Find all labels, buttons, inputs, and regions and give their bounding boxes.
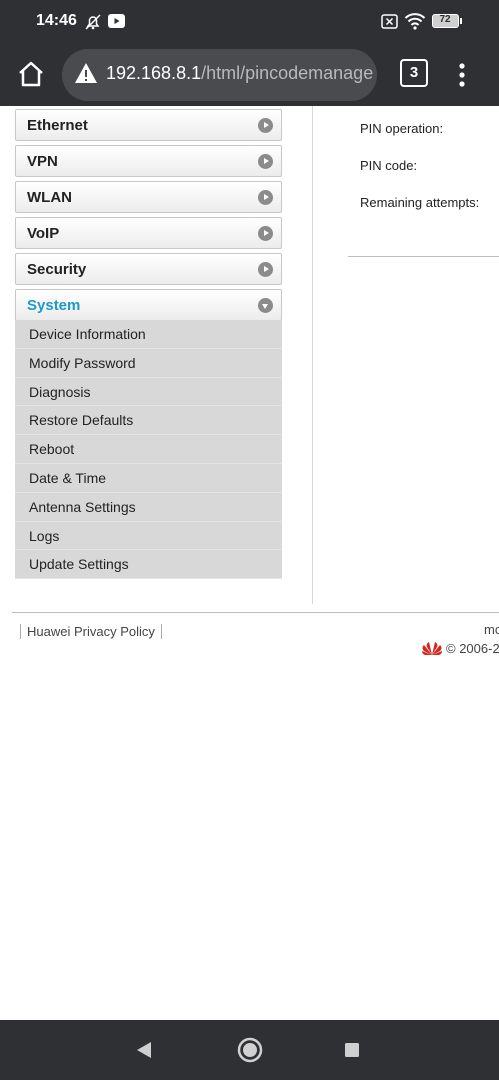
remaining-attempts-label: Remaining attempts: xyxy=(360,195,480,210)
chevron-down-icon xyxy=(258,298,273,313)
battery-icon: 72 xyxy=(432,14,459,28)
sidebar-item-system[interactable]: System xyxy=(15,289,282,321)
submenu-item-modify-password[interactable]: Modify Password xyxy=(15,349,282,378)
chevron-right-icon xyxy=(258,262,273,277)
url-path: /html/pincodemanage xyxy=(201,63,374,83)
submenu-item-device-information[interactable]: Device Information xyxy=(15,320,282,349)
url-host: 192.168.8.1 xyxy=(106,63,202,83)
submenu-item-label: Diagnosis xyxy=(29,383,91,400)
bell-off-icon xyxy=(85,14,101,30)
submenu-item-reboot[interactable]: Reboot xyxy=(15,435,282,464)
submenu-item-antenna-settings[interactable]: Antenna Settings xyxy=(15,493,282,522)
form-divider xyxy=(348,256,499,257)
submenu-item-label: Reboot xyxy=(29,441,75,458)
submenu-item-restore-defaults[interactable]: Restore Defaults xyxy=(15,406,282,436)
youtube-icon xyxy=(108,14,125,28)
sidebar-item-security[interactable]: Security xyxy=(15,253,282,285)
chevron-right-icon xyxy=(258,154,273,169)
sidebar-item-label: Ethernet xyxy=(27,117,88,134)
submenu-item-label: Antenna Settings xyxy=(29,498,136,515)
status-time: 14:46 xyxy=(36,12,77,29)
warning-icon[interactable] xyxy=(74,62,98,84)
submenu-item-diagnosis[interactable]: Diagnosis xyxy=(15,378,282,407)
more-options-icon[interactable] xyxy=(450,58,474,92)
submenu-item-update-settings[interactable]: Update Settings xyxy=(15,550,282,580)
recents-icon[interactable] xyxy=(344,1042,360,1058)
sidebar-item-label: WLAN xyxy=(27,189,72,206)
submenu-item-label: Modify Password xyxy=(29,354,136,371)
chevron-right-icon xyxy=(258,226,273,241)
sidebar-item-ethernet[interactable]: Ethernet xyxy=(15,109,282,141)
huawei-logo-icon xyxy=(422,642,442,655)
submenu-item-date-time[interactable]: Date & Time xyxy=(15,464,282,493)
footer-divider xyxy=(12,612,499,613)
submenu-item-label: Restore Defaults xyxy=(29,412,134,429)
tab-switcher-button[interactable]: 3 xyxy=(400,59,428,87)
submenu-item-label: Device Information xyxy=(29,326,146,342)
status-bar: 14:46 72 xyxy=(0,0,499,44)
home-circle-icon[interactable] xyxy=(237,1037,263,1063)
sidebar-item-vpn[interactable]: VPN xyxy=(15,145,282,177)
back-icon[interactable] xyxy=(135,1040,153,1060)
page-content: Ethernet VPN WLAN VoIP Security System D… xyxy=(0,106,499,1020)
sidebar-item-label: VoIP xyxy=(27,225,60,242)
submenu-item-label: Date & Time xyxy=(29,469,107,486)
url-bar[interactable]: 192.168.8.1/html/pincodemanage xyxy=(62,49,377,101)
battery-level: 72 xyxy=(439,14,451,25)
url-text: 192.168.8.1/html/pincodemanage xyxy=(106,63,373,84)
navigation-bar xyxy=(0,1020,499,1080)
home-icon[interactable] xyxy=(14,58,48,92)
submenu-item-label: Update Settings xyxy=(29,556,129,573)
footer-partial-text: mo xyxy=(484,622,499,637)
privacy-policy-link[interactable]: Huawei Privacy Policy xyxy=(20,624,162,639)
copyright-text: © 2006-2 xyxy=(446,641,499,656)
sidebar-item-label: Security xyxy=(27,261,87,278)
submenu-item-logs[interactable]: Logs xyxy=(15,522,282,551)
sim-off-icon xyxy=(381,14,398,29)
wifi-icon xyxy=(404,13,426,30)
sidebar-item-voip[interactable]: VoIP xyxy=(15,217,282,249)
content-divider xyxy=(312,106,313,604)
sidebar-item-label: System xyxy=(27,297,81,314)
pin-operation-label: PIN operation: xyxy=(360,121,444,136)
system-submenu: Device Information Modify Password Diagn… xyxy=(15,320,282,580)
browser-toolbar: 192.168.8.1/html/pincodemanage 3 xyxy=(0,44,499,106)
battery-tip xyxy=(460,18,462,24)
chevron-right-icon xyxy=(258,118,273,133)
chevron-right-icon xyxy=(258,190,273,205)
pin-code-label: PIN code: xyxy=(360,158,418,173)
sidebar-item-label: VPN xyxy=(27,153,58,170)
sidebar-item-wlan[interactable]: WLAN xyxy=(15,181,282,213)
submenu-item-label: Logs xyxy=(29,527,60,544)
